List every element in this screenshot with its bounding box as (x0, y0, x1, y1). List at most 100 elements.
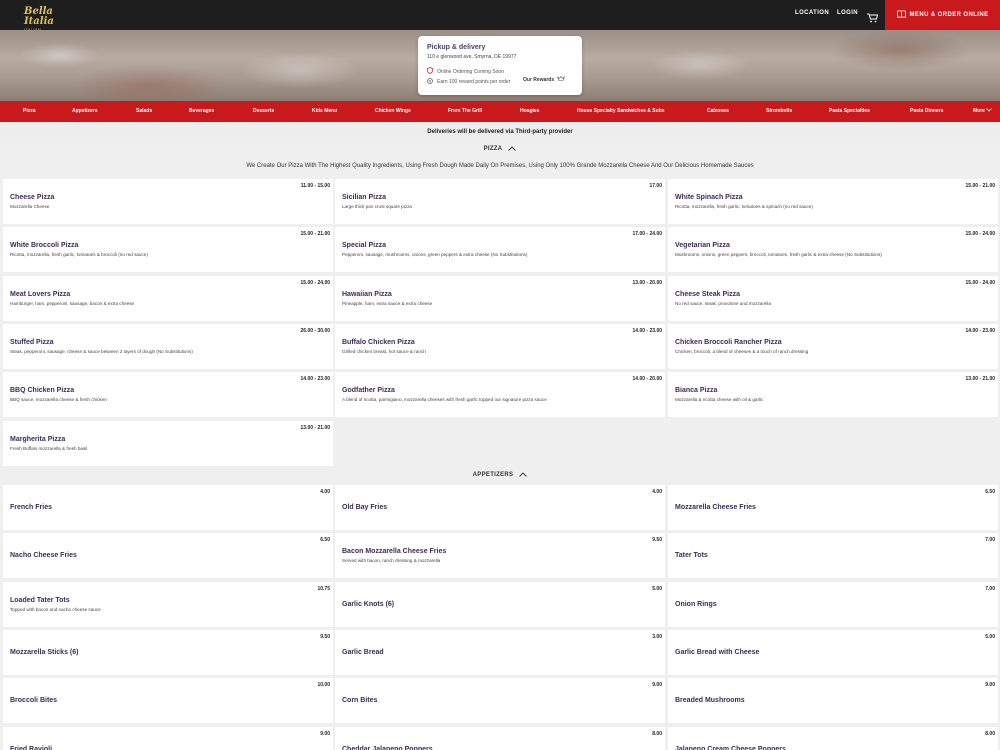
menu-item-card[interactable]: 5.00 Garlic Knots (6) (335, 581, 665, 627)
ordering-status-row: Online Ordering Coming Soon (427, 67, 504, 76)
pickup-address: 110 e glenwood ave, Smyrna, DE 19977 (427, 54, 517, 60)
menu-item-name: Loaded Tater Tots (10, 596, 70, 604)
menu-item-card[interactable]: 13.00 - 20.00 Hawaiian Pizza Pineapple, ha… (335, 275, 665, 321)
menu-item-card[interactable]: 14.00 - 23.00 Buffalo Chicken Pizza Grille… (335, 323, 665, 369)
menu-order-online-button[interactable]: MENU & ORDER ONLINE (885, 0, 1000, 30)
menu-item-card[interactable]: 9.50 Mozzarella Sticks (6) (3, 629, 333, 675)
location-link[interactable]: LOCATION (795, 10, 829, 16)
pizza-section-header[interactable]: PIZZA (0, 142, 1000, 156)
category-calzones[interactable]: Calzones (707, 108, 729, 114)
menu-item-card[interactable]: 8.00 Cheddar Jalapeno Poppers (335, 726, 665, 750)
menu-item-description: Mozzarella Cheese (10, 204, 50, 209)
menu-item-name: Nacho Cheese Fries (10, 552, 77, 560)
category-more[interactable]: More (973, 108, 993, 114)
menu-item-name: Margherita Pizza (10, 435, 66, 443)
menu-item-card[interactable]: 9.00 Fried Ravioli (3, 726, 333, 750)
menu-item-card[interactable]: 4.00 Old Bay Fries (335, 485, 665, 530)
menu-item-name: Broccoli Bites (10, 697, 58, 705)
login-link[interactable]: LOGIN (837, 10, 858, 16)
menu-item-description: Chicken, broccoli, a blend of cheeses & … (675, 348, 809, 354)
category-pasta-dinners[interactable]: Pasta Dinners (910, 108, 943, 114)
menu-item-card[interactable]: 8.00 Jalapeno Cream Cheese Poppers (668, 726, 998, 750)
menu-item-card[interactable]: 9.00 Corn Bites (335, 678, 665, 724)
menu-item-description: Ricotta, mozzarella, fresh garlic, tomat… (675, 204, 813, 209)
menu-item-card[interactable]: 14.00 - 23.00 Chicken Broccoli Rancher Pi… (668, 323, 998, 369)
appetizers-section-header[interactable]: APPETIZERS (0, 468, 1000, 482)
menu-item-card[interactable]: 5.00 Garlic Bread with Cheese (668, 629, 998, 675)
category-chicken-wings[interactable]: Chicken Wings (375, 108, 411, 114)
menu-item-name: Onion Rings (675, 600, 717, 608)
menu-item-name: Stuffed Pizza (10, 338, 54, 346)
menu-item-price: 13.00 - 20.00 (632, 279, 662, 286)
menu-item-card[interactable]: 17.00 Sicilian Pizza Large thick pan crust… (335, 179, 665, 224)
menu-item-card[interactable]: 13.00 - 21.00 Margherita Pizza Fresh Buffa… (3, 420, 333, 466)
category-house-specialty[interactable]: House Specialty Sandwiches & Subs (577, 108, 665, 114)
category-beverages[interactable]: Beverages (189, 108, 214, 114)
category-desserts[interactable]: Desserts (253, 108, 274, 114)
menu-item-name: White Broccoli Pizza (10, 242, 79, 250)
category-pasta-specialties[interactable]: Pasta Specialties (829, 108, 870, 114)
menu-item-name: BBQ Chicken Pizza (10, 387, 75, 395)
menu-item-name: Mozzarella Cheese Fries (675, 504, 756, 511)
menu-item-card[interactable]: 10.00 Broccoli Bites (3, 678, 333, 724)
menu-item-card[interactable]: 10.75 Loaded Tater Tots Topped with bacon … (3, 581, 333, 627)
category-salads[interactable]: Salads (136, 108, 152, 114)
menu-item-card[interactable]: 9.00 Breaded Mushrooms (668, 678, 998, 724)
menu-item-price: 11.00 - 15.00 (300, 183, 330, 189)
menu-item-price: 6.50 (320, 537, 330, 544)
menu-item-price: 7.00 (985, 585, 995, 592)
cart-icon[interactable] (867, 10, 879, 23)
menu-item-card[interactable]: 26.00 - 30.00 Stuffed Pizza Steak, peppero… (3, 323, 333, 369)
menu-item-card[interactable]: 15.00 - 21.00 White Broccoli Pizza Ricotta… (3, 227, 333, 273)
menu-item-description: Pepperoni, sausage, mushrooms, onions, g… (342, 252, 528, 258)
menu-item-card[interactable]: 4.00 French Fries (3, 485, 333, 530)
menu-item-card[interactable]: 7.00 Onion Rings (668, 581, 998, 627)
menu-item-card[interactable]: 3.00 Garlic Bread (335, 629, 665, 675)
menu-item-price: 9.50 (652, 537, 662, 544)
menu-item-price: 14.00 - 23.00 (632, 327, 662, 334)
chevron-up-icon (519, 471, 528, 479)
category-appetizers[interactable]: Appetizers (72, 108, 98, 114)
menu-item-card[interactable]: 11.00 - 15.00 Cheese Pizza Mozzarella Chee… (3, 179, 333, 224)
menu-item-price: 9.50 (320, 633, 330, 640)
menu-item-card[interactable]: 6.50 Mozzarella Cheese Fries (668, 485, 998, 530)
menu-item-name: Garlic Bread with Cheese (675, 648, 760, 656)
our-rewards-link[interactable]: Our Rewards (523, 76, 566, 84)
menu-item-price: 8.00 (985, 730, 995, 737)
menu-item-card[interactable]: 15.00 - 24.00 Vegetarian Pizza Mushrooms, … (668, 227, 998, 273)
menu-item-card[interactable]: 7.00 Tater Tots (668, 533, 998, 579)
menu-item-price: 15.00 - 24.00 (300, 279, 330, 286)
category-hoagies[interactable]: Hoagies (520, 108, 539, 114)
menu-item-price: 5.00 (985, 633, 995, 640)
menu-item-name: Mozzarella Sticks (6) (10, 648, 79, 656)
menu-item-name: Garlic Bread (342, 648, 384, 656)
category-pizza[interactable]: Pizza (23, 108, 36, 114)
menu-item-card[interactable]: 14.00 - 23.00 BBQ Chicken Pizza BBQ sauce,… (3, 372, 333, 418)
menu-item-price: 9.00 (985, 682, 995, 689)
menu-item-card[interactable]: 14.00 - 20.00 Godfather Pizza A blend of r… (335, 372, 665, 418)
menu-item-card[interactable]: 17.00 - 24.00 Special Pizza Pepperoni, sau… (335, 227, 665, 273)
menu-item-name: Fried Ravioli (10, 745, 53, 750)
menu-item-card[interactable]: 9.50 Bacon Mozzarella Cheese Fries Served … (335, 533, 665, 579)
category-from-the-grill[interactable]: From The Grill (448, 108, 482, 114)
reward-row: Earn 100 reward points per order (427, 78, 510, 86)
menu-item-price: 15.00 - 21.00 (965, 183, 995, 189)
category-strombolis[interactable]: Strombolis (766, 108, 792, 114)
menu-item-name: Tater Tots (675, 552, 708, 560)
ordering-status-text: Online Ordering Coming Soon (437, 68, 504, 75)
pizza-section-title: PIZZA (483, 146, 503, 152)
menu-item-card[interactable]: 13.00 - 21.00 Bianca Pizza Mozzarella & ri… (668, 372, 998, 418)
menu-item-name: Jalapeno Cream Cheese Poppers (675, 745, 786, 750)
appetizers-section-title: APPETIZERS (472, 472, 514, 478)
category-kids-menu[interactable]: Kids Menu (312, 108, 337, 114)
menu-item-card[interactable]: 15.00 - 21.00 White Spinach Pizza Ricotta,… (668, 179, 998, 224)
menu-item-price: 15.00 - 21.00 (300, 231, 330, 238)
menu-item-description: Fresh Buffalo mozzarella & fresh basil (10, 445, 88, 451)
menu-item-price: 14.00 - 23.00 (965, 327, 995, 334)
menu-item-card[interactable]: 6.50 Nacho Cheese Fries (3, 533, 333, 579)
menu-item-card[interactable]: 15.00 - 24.00 Cheese Steak Pizza No red sa… (668, 275, 998, 321)
chevron-down-icon (986, 108, 993, 114)
restaurant-logo[interactable]: Bella Italia ITALIAN PIZZERIA (24, 7, 62, 39)
menu-item-card[interactable]: 15.00 - 24.00 Meat Lovers Pizza Hamburger,… (3, 275, 333, 321)
menu-item-description: Ricotta, mozzarella, fresh garlic, tomat… (10, 252, 148, 258)
